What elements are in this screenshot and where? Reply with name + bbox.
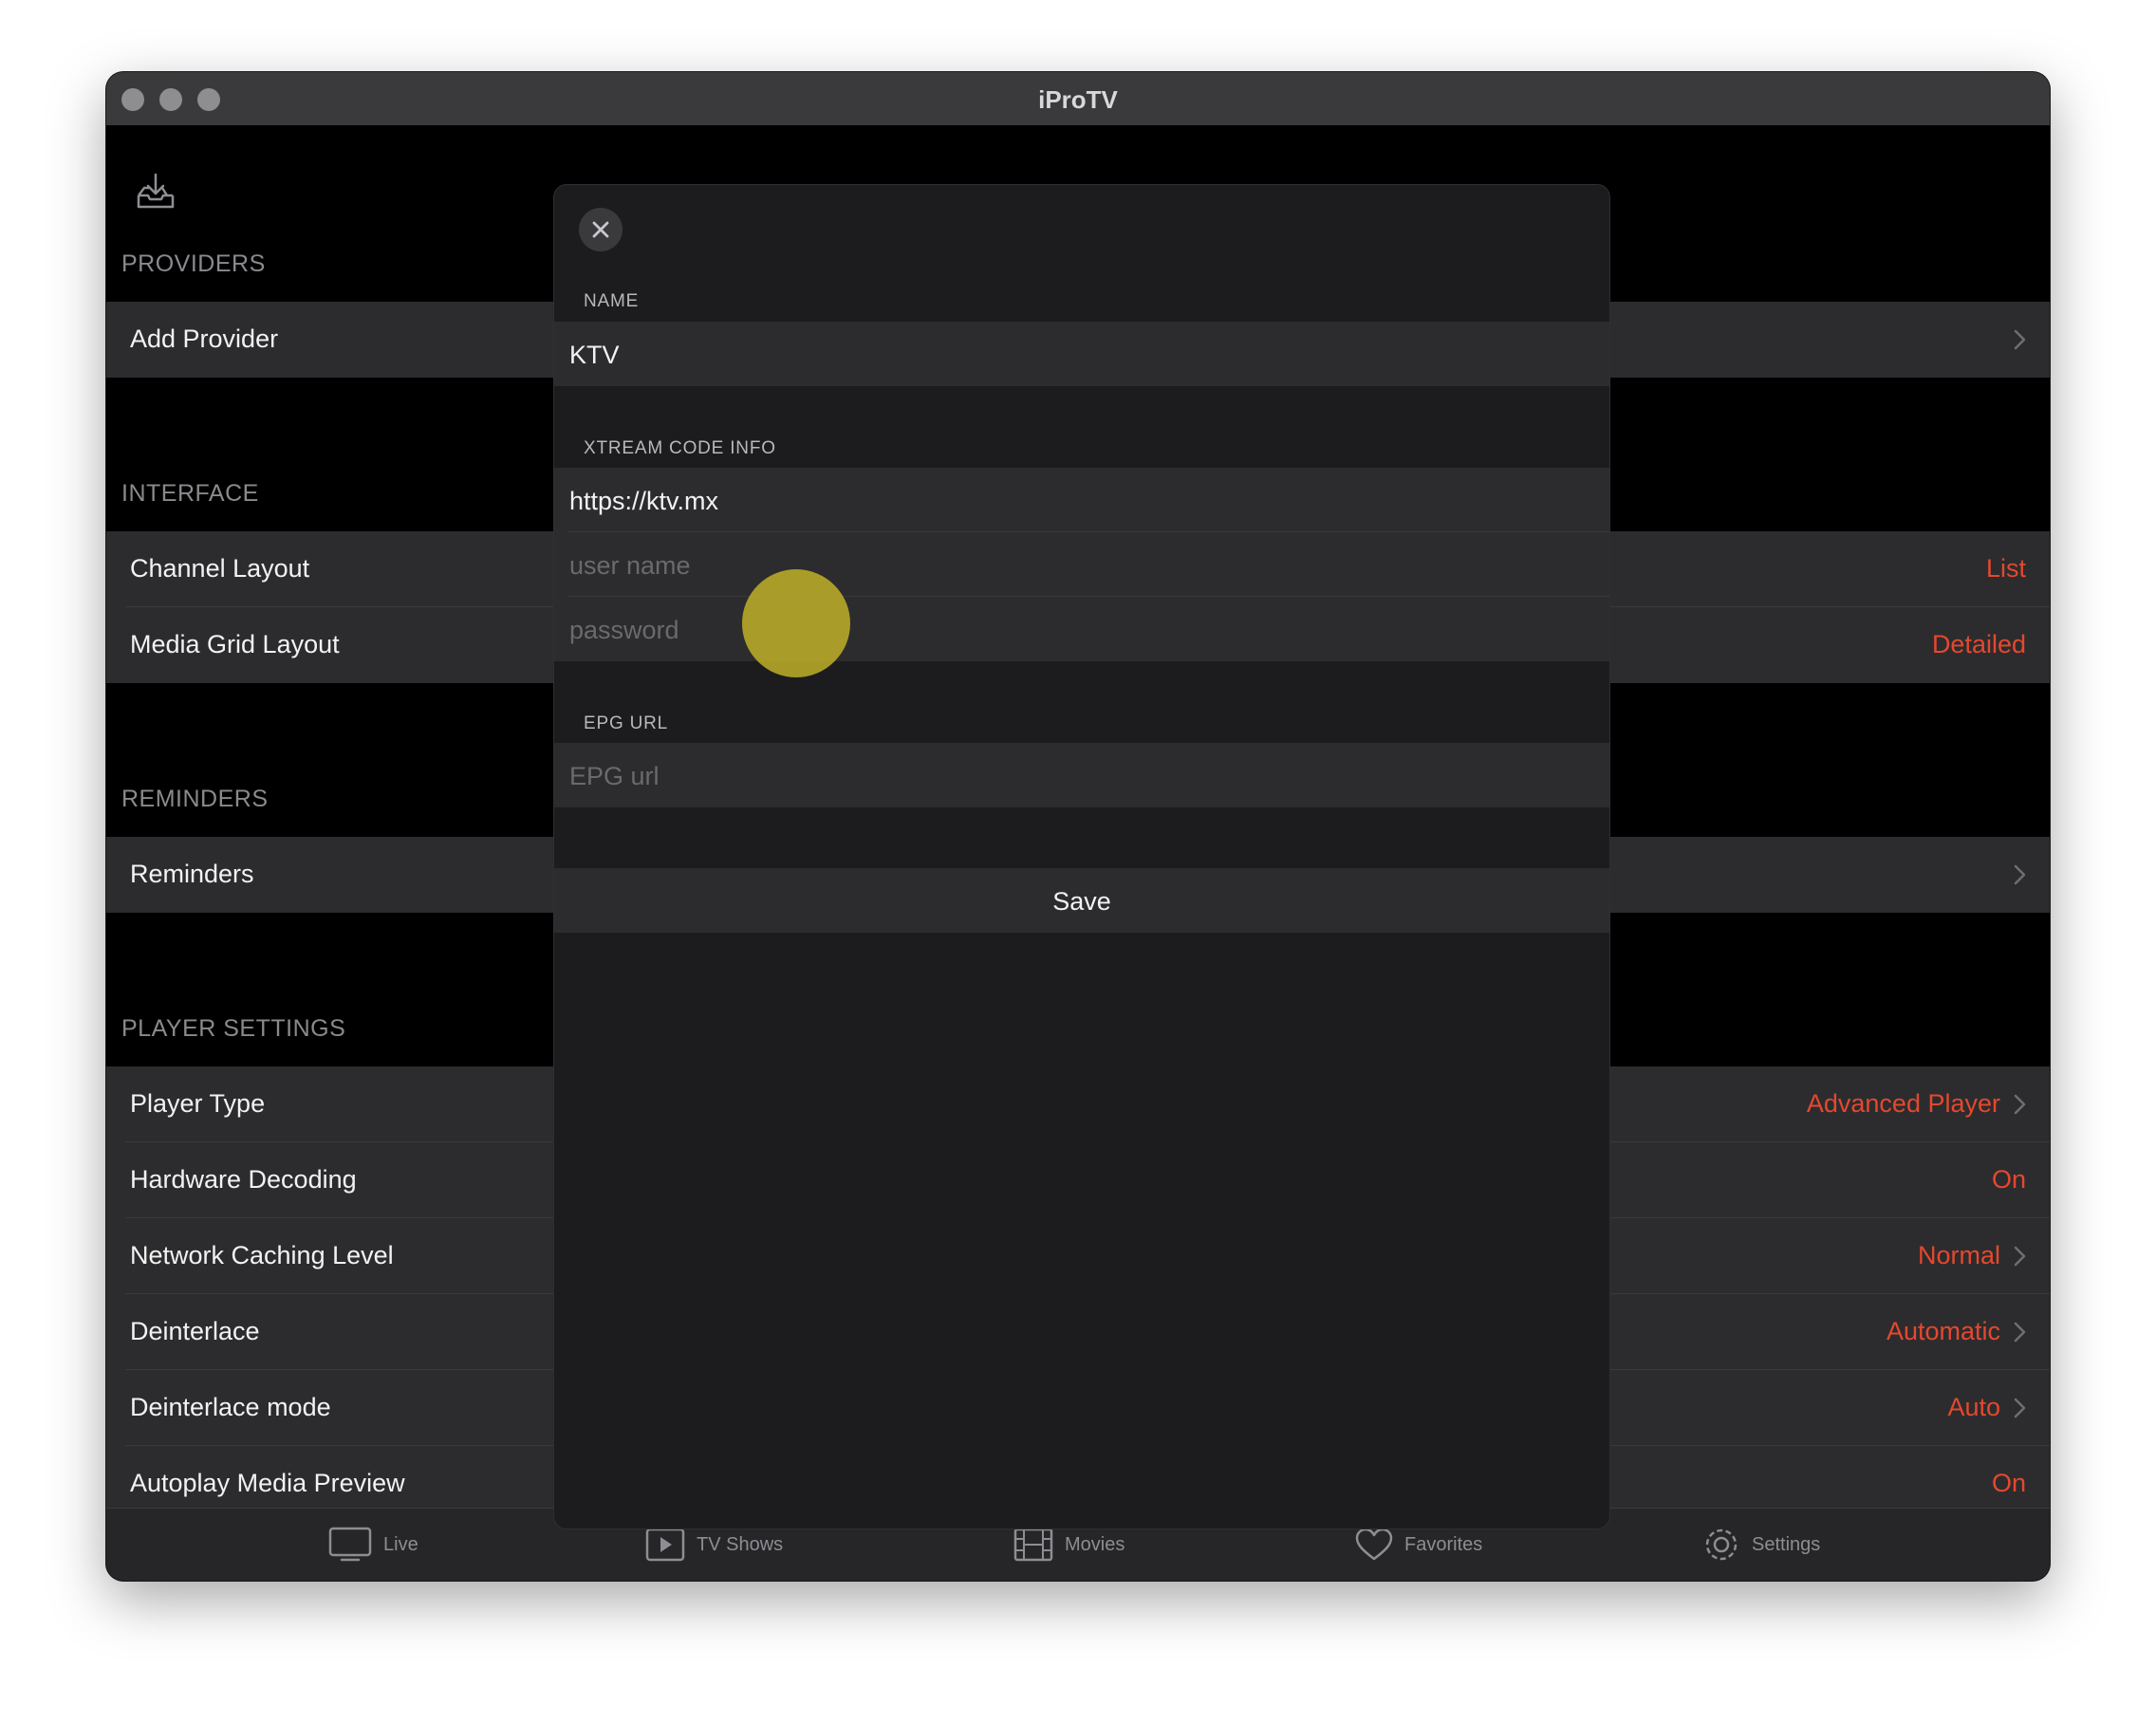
chevron-right-icon	[2014, 329, 2026, 350]
channel-layout-value: List	[1985, 554, 2026, 583]
chevron-right-icon	[2014, 864, 2026, 885]
title-bar: iProTV	[106, 72, 2050, 126]
epg-url-row	[554, 743, 1609, 809]
play-icon	[645, 1528, 685, 1562]
autoplay-media-preview-value[interactable]: On	[1992, 1469, 2026, 1498]
tab-favorites-label: Favorites	[1404, 1533, 1483, 1555]
epg-url-input[interactable]	[567, 743, 1577, 809]
heart-icon	[1355, 1528, 1393, 1561]
server-url-input[interactable]	[567, 468, 1577, 534]
tab-favorites[interactable]: Favorites	[1355, 1526, 1482, 1564]
chevron-right-icon	[2014, 1094, 2026, 1115]
chevron-right-icon	[2014, 1246, 2026, 1267]
name-header: NAME	[584, 291, 640, 311]
player-type-label: Player Type	[130, 1089, 266, 1118]
password-input[interactable]	[567, 597, 1577, 663]
save-button[interactable]: Save	[554, 868, 1609, 933]
deinterlace-mode-value: Auto	[1947, 1393, 2000, 1421]
deinterlace-value: Automatic	[1886, 1317, 2000, 1345]
channel-layout-label: Channel Layout	[130, 554, 310, 583]
tab-live[interactable]: Live	[328, 1526, 418, 1564]
name-field-row	[554, 322, 1609, 388]
add-provider-modal: NAME XTREAM CODE INFO EPG URL Save	[553, 184, 1610, 1529]
reminders-header: REMINDERS	[121, 786, 269, 812]
password-row	[554, 597, 1609, 663]
hardware-decoding-value[interactable]: On	[1992, 1165, 2026, 1195]
player-settings-header: PLAYER SETTINGS	[121, 1015, 346, 1042]
app-window: iProTV PROVIDERS Add Provider INTERFACE …	[106, 72, 2050, 1581]
film-icon	[1013, 1528, 1053, 1562]
add-provider-label: Add Provider	[130, 324, 279, 353]
chevron-right-icon	[2014, 1398, 2026, 1418]
chevron-right-icon	[2014, 1322, 2026, 1343]
reminders-label: Reminders	[130, 860, 254, 888]
gear-icon	[1705, 1528, 1738, 1561]
network-caching-level-value: Normal	[1917, 1241, 2000, 1269]
media-grid-layout-label: Media Grid Layout	[130, 630, 340, 658]
epg-url-header: EPG URL	[584, 713, 669, 733]
close-modal-button[interactable]	[579, 208, 623, 251]
tab-movies-label: Movies	[1065, 1533, 1125, 1555]
tv-icon	[328, 1527, 372, 1562]
autoplay-media-preview-label: Autoplay Media Preview	[130, 1469, 405, 1497]
touch-indicator	[742, 569, 850, 677]
player-type-value: Advanced Player	[1806, 1089, 2000, 1118]
tab-live-label: Live	[383, 1533, 418, 1555]
tab-movies[interactable]: Movies	[1013, 1526, 1124, 1564]
xtream-code-info-header: XTREAM CODE INFO	[584, 438, 776, 458]
deinterlace-label: Deinterlace	[130, 1317, 260, 1345]
tab-settings[interactable]: Settings	[1702, 1526, 1820, 1564]
deinterlace-mode-label: Deinterlace mode	[130, 1393, 331, 1421]
import-icon[interactable]	[135, 171, 177, 213]
username-input[interactable]	[567, 532, 1577, 599]
name-input[interactable]	[567, 322, 1577, 388]
hardware-decoding-label: Hardware Decoding	[130, 1165, 357, 1194]
providers-header: PROVIDERS	[121, 250, 266, 277]
media-grid-layout-value: Detailed	[1931, 630, 2026, 658]
username-row	[554, 532, 1609, 599]
interface-header: INTERFACE	[121, 480, 259, 507]
close-icon	[592, 221, 609, 238]
tab-settings-label: Settings	[1752, 1533, 1821, 1555]
tab-tv-shows[interactable]: TV Shows	[645, 1526, 783, 1564]
tab-tv-shows-label: TV Shows	[697, 1533, 784, 1555]
server-url-row	[554, 468, 1609, 534]
window-title: iProTV	[1038, 85, 1118, 114]
network-caching-level-label: Network Caching Level	[130, 1241, 394, 1269]
